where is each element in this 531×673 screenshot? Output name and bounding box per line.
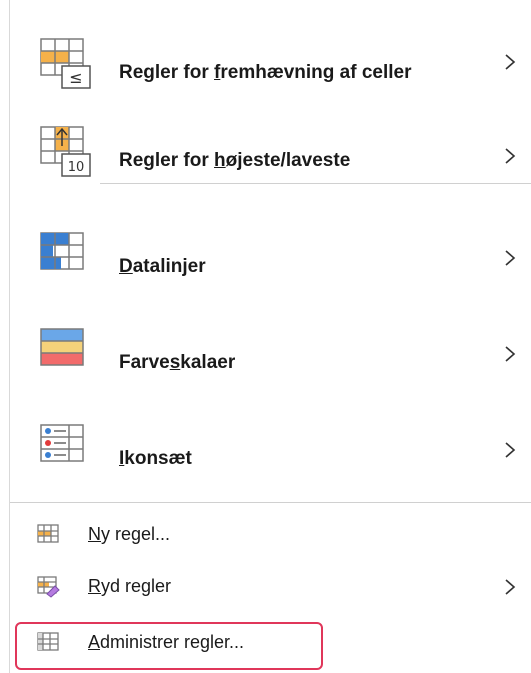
menu-item-label: Regler for fremhævning af celler — [119, 62, 412, 83]
top-bottom-rules-icon: 10 — [40, 126, 91, 177]
menu-item-label: Regler for højeste/laveste — [119, 150, 351, 171]
chevron-right-icon — [505, 250, 516, 266]
menu-item-top-bottom-rules[interactable]: 10 Regler for højeste/laveste — [10, 112, 530, 208]
separator — [10, 502, 531, 503]
highlight-cells-rules-icon: ≤ — [40, 38, 91, 89]
menu-item-label: Ny regel... — [88, 524, 171, 544]
chevron-right-icon — [505, 148, 516, 164]
highlight-annotation — [15, 622, 323, 670]
color-scales-icon — [40, 328, 84, 366]
new-rule-icon — [37, 524, 59, 543]
menu-item-label: Farveskalaer — [119, 352, 236, 373]
menu-item-label: Datalinjer — [119, 256, 206, 277]
menu-item-color-scales[interactable]: Farveskalaer — [10, 314, 530, 410]
chevron-right-icon — [505, 579, 516, 595]
menu-item-label: Ikonsæt — [119, 448, 192, 469]
menu-item-icon-sets[interactable]: Ikonsæt — [10, 410, 530, 506]
svg-text:10: 10 — [68, 160, 85, 175]
menu-item-data-bars[interactable]: Datalinjer — [10, 218, 530, 314]
chevron-right-icon — [505, 54, 516, 70]
separator — [100, 183, 531, 184]
menu-item-new-rule[interactable]: Ny regel... — [10, 512, 530, 560]
conditional-formatting-menu: ≤ Regler for fremhævning af celler 10 Re… — [9, 0, 531, 673]
svg-text:≤: ≤ — [69, 68, 82, 87]
menu-item-label: Ryd regler — [88, 576, 172, 596]
clear-rules-icon — [37, 576, 60, 598]
chevron-right-icon — [505, 346, 516, 362]
icon-sets-icon — [40, 424, 84, 462]
menu-item-clear-rules[interactable]: Ryd regler — [10, 564, 530, 612]
data-bars-icon — [40, 232, 84, 270]
menu-item-highlight-cells-rules[interactable]: ≤ Regler for fremhævning af celler — [10, 24, 530, 120]
chevron-right-icon — [505, 442, 516, 458]
